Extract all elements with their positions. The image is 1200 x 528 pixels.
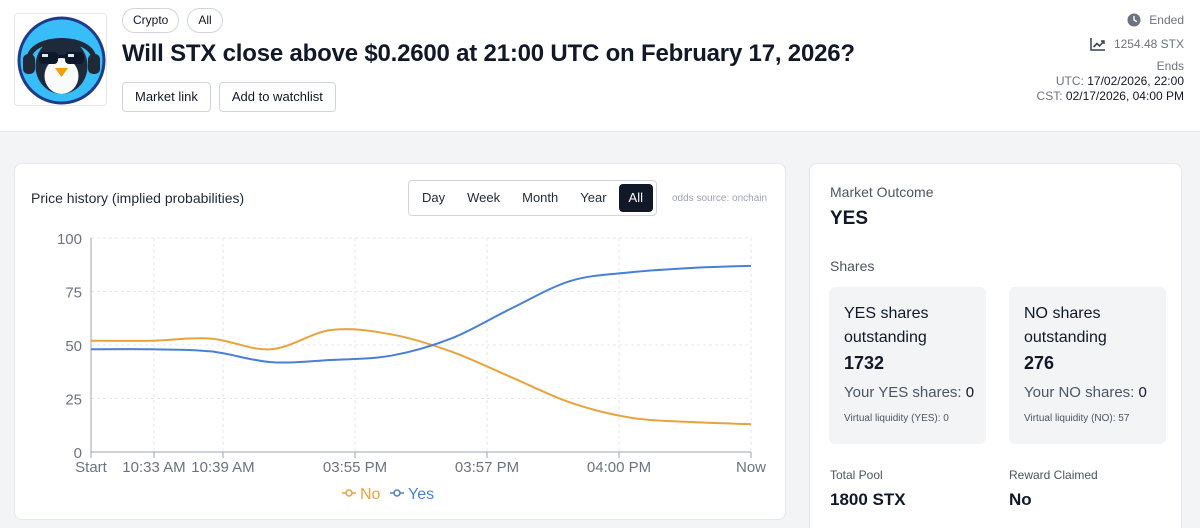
no-shares-count: 276 [1024, 353, 1055, 373]
chart-title: Price history (implied probabilities) [31, 190, 245, 206]
x-tick-label: Now [736, 459, 766, 476]
ends-cst: CST: 02/17/2026, 04:00 PM [1037, 89, 1184, 104]
range-day-button[interactable]: Day [412, 184, 455, 212]
market-outcome-card: Market Outcome YES Shares YES shares out… [809, 163, 1182, 528]
ends-cst-value: 02/17/2026, 04:00 PM [1065, 89, 1184, 103]
ends-utc: UTC: 17/02/2026, 22:00 [1037, 74, 1184, 89]
yes-shares-count: 1732 [844, 353, 885, 373]
volume-text: 1254.48 STX [1113, 37, 1184, 51]
market-link-button[interactable]: Market link [122, 82, 211, 112]
yes-virtual-liquidity: Virtual liquidity (YES): 0 [844, 413, 949, 424]
clock-icon [1127, 13, 1141, 27]
header-actions: Market link Add to watchlist [122, 82, 336, 112]
market-title: Will STX close above $0.2600 at 21:00 UT… [122, 40, 855, 67]
ends-utc-value: 17/02/2026, 22:00 [1087, 74, 1184, 88]
no-virtual-liquidity: Virtual liquidity (NO): 57 [1024, 413, 1130, 424]
status-text: Ended [1149, 13, 1184, 27]
y-tick-label: 50 [65, 338, 82, 355]
series-line-no [90, 328, 752, 426]
x-tick-label: 10:33 AM [122, 459, 185, 476]
your-no-shares: Your NO shares: 0 [1024, 384, 1147, 401]
odds-source: odds source: onchain [672, 193, 768, 204]
ends-utc-label: UTC: [1055, 74, 1084, 88]
ends-label: Ends [1156, 59, 1184, 73]
market-meta: Ended 1254.48 STX Ends UTC: 17/02/2026, … [1037, 10, 1184, 104]
market-outcome-value: YES [830, 208, 869, 229]
total-pool-value: 1800 STX [830, 490, 906, 509]
total-pool-label: Total Pool [830, 468, 883, 482]
market-outcome-label: Market Outcome [830, 184, 934, 200]
reward-claimed-value: No [1009, 490, 1032, 509]
tag-all[interactable]: All [187, 8, 223, 33]
y-tick-label: 75 [65, 285, 82, 302]
yes-shares-title: YES shares outstanding [844, 305, 929, 346]
x-tick-label: 10:39 AM [191, 459, 254, 476]
your-no-shares-value: 0 [1138, 384, 1147, 401]
legend-marker-yes [393, 489, 401, 497]
shares-label: Shares [830, 258, 875, 274]
x-tick-label: 04:00 PM [587, 459, 651, 476]
your-yes-shares: Your YES shares: 0 [844, 384, 974, 401]
range-year-button[interactable]: Year [570, 184, 616, 212]
legend-label-no: No [360, 486, 381, 503]
tag-list: Crypto All [122, 8, 223, 33]
your-yes-shares-value: 0 [965, 384, 975, 401]
range-week-button[interactable]: Week [457, 184, 510, 212]
x-tick-label: 03:55 PM [323, 459, 387, 476]
legend-marker-no [345, 489, 353, 497]
price-history-card: 0 25 50 75 100 Start 10:33 AM 10:39 AM 03:55 PM 0… [14, 163, 786, 520]
market-header: Crypto All Will STX close above $0.2600 … [0, 0, 1200, 132]
status-row: Ended [1037, 10, 1184, 30]
range-all-button[interactable]: All [618, 184, 653, 212]
ends-cst-label: CST: [1036, 89, 1063, 103]
y-tick-label: 25 [65, 392, 82, 409]
x-tick-label: Start [75, 459, 108, 476]
series-line-yes [90, 264, 752, 364]
tag-crypto[interactable]: Crypto [122, 8, 180, 33]
your-yes-shares-label: Your YES shares: [844, 384, 962, 401]
legend-label-yes: Yes [408, 486, 434, 503]
trending-up-icon [1090, 38, 1105, 51]
penguin-avatar-icon [17, 16, 106, 105]
x-tick-label: 03:57 PM [455, 459, 519, 476]
range-month-button[interactable]: Month [512, 184, 568, 212]
no-shares-title: NO shares outstanding [1024, 305, 1107, 346]
add-to-watchlist-button[interactable]: Add to watchlist [218, 82, 336, 112]
volume-row: 1254.48 STX [1037, 34, 1184, 54]
no-shares-box: NO shares outstanding 276 Your NO shares… [1009, 287, 1166, 444]
y-tick-label: 100 [57, 231, 82, 248]
reward-claimed-label: Reward Claimed [1009, 468, 1098, 482]
market-avatar [14, 13, 107, 106]
your-no-shares-label: Your NO shares: [1024, 384, 1135, 401]
price-history-chart: 0255075100Start 10:33 AM 10:39 AM 03:55 PM 0… [57, 231, 766, 503]
yes-shares-box: YES shares outstanding 1732 Your YES sha… [829, 287, 986, 444]
time-range-selector: Day Week Month Year All [408, 180, 657, 216]
